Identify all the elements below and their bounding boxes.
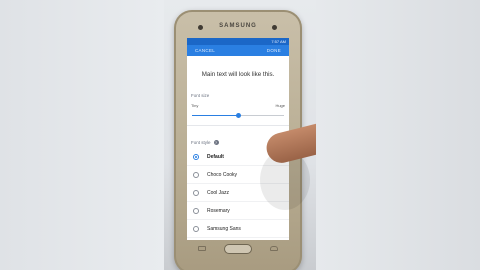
action-bar: CANCEL DONE bbox=[187, 45, 289, 56]
font-option-label: Default bbox=[207, 153, 224, 160]
status-time: 7:57 AM bbox=[271, 39, 286, 44]
font-size-slider-fill bbox=[192, 115, 238, 116]
radio-icon bbox=[193, 225, 199, 232]
done-button[interactable]: DONE bbox=[267, 48, 281, 53]
radio-icon bbox=[193, 189, 199, 196]
font-size-min-label: Tiny bbox=[191, 103, 199, 108]
recent-apps-key[interactable] bbox=[198, 246, 206, 251]
font-size-max-label: Huge bbox=[275, 103, 285, 108]
font-size-slider-thumb[interactable] bbox=[235, 113, 241, 118]
front-camera-icon bbox=[198, 25, 203, 30]
font-option-label: Choco Cooky bbox=[207, 171, 238, 178]
font-option-label: Samsung Sans bbox=[207, 225, 241, 232]
font-option-label: Rosemary bbox=[207, 207, 230, 214]
font-option-label: Cool Jazz bbox=[207, 189, 229, 196]
help-icon[interactable]: ? bbox=[213, 139, 219, 145]
font-size-slider-row: Tiny Huge bbox=[187, 100, 289, 126]
font-style-label: Font style bbox=[191, 139, 211, 145]
back-key[interactable] bbox=[270, 246, 278, 251]
right-blur-bar bbox=[316, 0, 480, 270]
preview-text: Main text will look like this. bbox=[201, 70, 275, 78]
font-size-label: Font size bbox=[191, 93, 210, 98]
brand-logo: SAMSUNG bbox=[219, 23, 257, 29]
font-option-samsung-sans[interactable]: Samsung Sans bbox=[187, 220, 289, 238]
radio-icon bbox=[193, 153, 199, 160]
radio-icon bbox=[193, 171, 199, 178]
left-blur-bar bbox=[0, 0, 164, 270]
cancel-button[interactable]: CANCEL bbox=[195, 48, 215, 53]
home-button[interactable] bbox=[224, 244, 252, 254]
radio-icon bbox=[193, 207, 199, 214]
sensor-icon bbox=[272, 25, 277, 30]
photo-scene: SAMSUNG 7:57 AM CANCEL DONE Main text wi… bbox=[164, 0, 316, 270]
status-bar: 7:57 AM bbox=[187, 38, 289, 45]
